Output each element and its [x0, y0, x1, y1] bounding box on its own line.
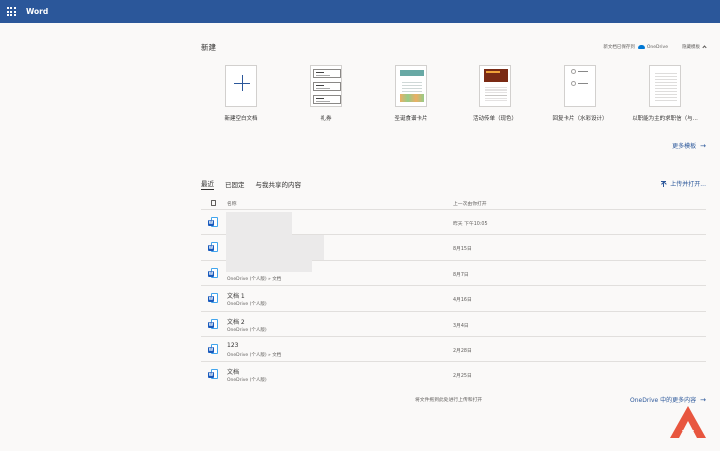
- christmas-card-thumbnail[interactable]: [395, 65, 427, 107]
- template-label: 新建空白文档: [224, 116, 258, 122]
- event-flyer-thumbnail[interactable]: [479, 65, 511, 107]
- file-row[interactable]: W 123 OneDrive (个人版) » 文档 2月28日: [201, 337, 706, 363]
- word-document-icon: W: [208, 293, 218, 304]
- template-blank-document[interactable]: 新建空白文档: [201, 65, 281, 122]
- chevron-up-icon: [702, 45, 707, 50]
- save-location-service[interactable]: OneDrive: [647, 45, 668, 50]
- column-last-opened[interactable]: 上一次由你打开: [453, 200, 487, 207]
- more-onedrive-label: OneDrive 中的更多内容: [630, 397, 697, 404]
- watermark-logo-icon: [670, 406, 706, 438]
- tab-pinned[interactable]: 已固定: [225, 179, 245, 190]
- coupon-thumbnail[interactable]: [310, 65, 342, 107]
- file-tabs: 最近 已固定 与我共享的内容: [201, 178, 706, 190]
- template-christmas-recipe-card[interactable]: 圣诞食谱卡片: [371, 65, 451, 122]
- drag-drop-hint: 将文件拖到此处进行上传和打开: [415, 398, 483, 403]
- hide-templates-label: 隐藏模板: [682, 45, 700, 50]
- cover-letter-thumbnail[interactable]: [649, 65, 681, 107]
- file-last-opened: 昨天 下午10:05: [453, 222, 488, 227]
- file-row[interactable]: W 文档 2 OneDrive (个人版) 3月4日: [201, 312, 706, 337]
- word-document-icon: W: [208, 343, 218, 355]
- upload-open-label: 上传并打开...: [670, 181, 706, 188]
- template-label: 回复卡片（水彩设计）: [552, 116, 608, 122]
- save-location-text: 新文档已保存到: [603, 45, 635, 50]
- more-templates-link[interactable]: 更多模板 →: [672, 141, 706, 151]
- template-skills-cover-letter[interactable]: 以职能为主的求职信（与...: [625, 65, 705, 122]
- app-title[interactable]: Word: [26, 7, 48, 16]
- template-label: 礼券: [320, 116, 332, 122]
- file-row[interactable]: W 文档 1 OneDrive (个人版) 4月16日: [201, 286, 706, 312]
- new-document-section: 新建 新文档已保存到 OneDrive 隐藏模板 新建空白文档 礼券 圣诞食谱卡…: [201, 40, 707, 150]
- column-name[interactable]: 名称: [227, 200, 237, 207]
- file-row[interactable]: W 昨天 下午10:05: [201, 210, 706, 236]
- upload-and-open-button[interactable]: 上传并打开...: [661, 179, 706, 188]
- new-section-title: 新建: [201, 42, 216, 52]
- file-list: W 昨天 下午10:05 W 8月15日 W OneDrive (个人版) » …: [201, 210, 706, 388]
- file-last-opened: 2月28日: [453, 348, 472, 354]
- redacted-file-name: [226, 212, 292, 235]
- word-document-icon: W: [208, 267, 218, 279]
- template-coupon[interactable]: 礼券: [286, 65, 366, 122]
- onedrive-cloud-icon: [637, 45, 645, 49]
- word-document-icon: W: [208, 217, 218, 228]
- blank-document-thumbnail[interactable]: [225, 65, 257, 107]
- file-last-opened: 8月7日: [453, 272, 469, 278]
- arrow-right-icon: →: [700, 141, 706, 150]
- template-label: 以职能为主的求职信（与...: [632, 116, 698, 122]
- file-name: 文档 1: [227, 293, 245, 301]
- plus-icon: [234, 75, 250, 91]
- file-last-opened: 8月15日: [453, 247, 472, 253]
- word-document-icon: W: [208, 369, 218, 380]
- file-location: OneDrive (个人版): [227, 327, 267, 333]
- word-document-icon: W: [208, 242, 218, 253]
- file-name: 文档 2: [227, 318, 245, 326]
- waffle-icon: [6, 7, 16, 16]
- file-last-opened: 2月25日: [453, 374, 472, 380]
- tab-shared-with-me[interactable]: 与我共享的内容: [256, 179, 302, 190]
- file-name: 文档: [227, 369, 240, 377]
- file-row[interactable]: W 文档 OneDrive (个人版) 2月25日: [201, 362, 706, 387]
- file-location: OneDrive (个人版): [227, 378, 267, 384]
- file-name: 123: [227, 341, 239, 349]
- template-label: 活动传单（现色）: [472, 116, 517, 122]
- more-templates-label: 更多模板: [672, 143, 697, 150]
- app-launcher-button[interactable]: [0, 0, 22, 23]
- template-reply-card[interactable]: 回复卡片（水彩设计）: [540, 65, 620, 122]
- template-event-flyer[interactable]: 活动传单（现色）: [455, 65, 535, 122]
- app-header: Word: [0, 0, 720, 23]
- file-last-opened: 4月16日: [453, 298, 472, 304]
- template-label: 圣诞食谱卡片: [394, 116, 428, 122]
- tab-recent[interactable]: 最近: [201, 178, 214, 190]
- arrow-right-icon: →: [700, 395, 706, 404]
- hide-templates-button[interactable]: 隐藏模板: [682, 44, 707, 50]
- more-in-onedrive-link[interactable]: OneDrive 中的更多内容 →: [630, 395, 706, 405]
- template-gallery: 新建空白文档 礼券 圣诞食谱卡片 活动传单（现色） 回复卡片（水彩设计） 以职能…: [201, 65, 706, 125]
- file-location: OneDrive (个人版) » 文档: [227, 352, 282, 358]
- file-list-header: 名称 上一次由你打开: [201, 197, 706, 210]
- word-document-icon: W: [208, 318, 218, 330]
- recent-files-section: 最近 已固定 与我共享的内容 上传并打开... 名称 上一次由你打开 W 昨天 …: [201, 178, 706, 383]
- reply-card-thumbnail[interactable]: [564, 65, 596, 107]
- file-row[interactable]: W OneDrive (个人版) » 文档 8月7日: [201, 254, 706, 287]
- redacted-file-name: [226, 254, 312, 272]
- file-location: OneDrive (个人版) » 文档: [227, 276, 282, 282]
- file-location: OneDrive (个人版): [227, 302, 267, 308]
- file-last-opened: 3月4日: [453, 323, 469, 329]
- upload-icon: [661, 180, 667, 187]
- file-type-icon: [211, 200, 216, 206]
